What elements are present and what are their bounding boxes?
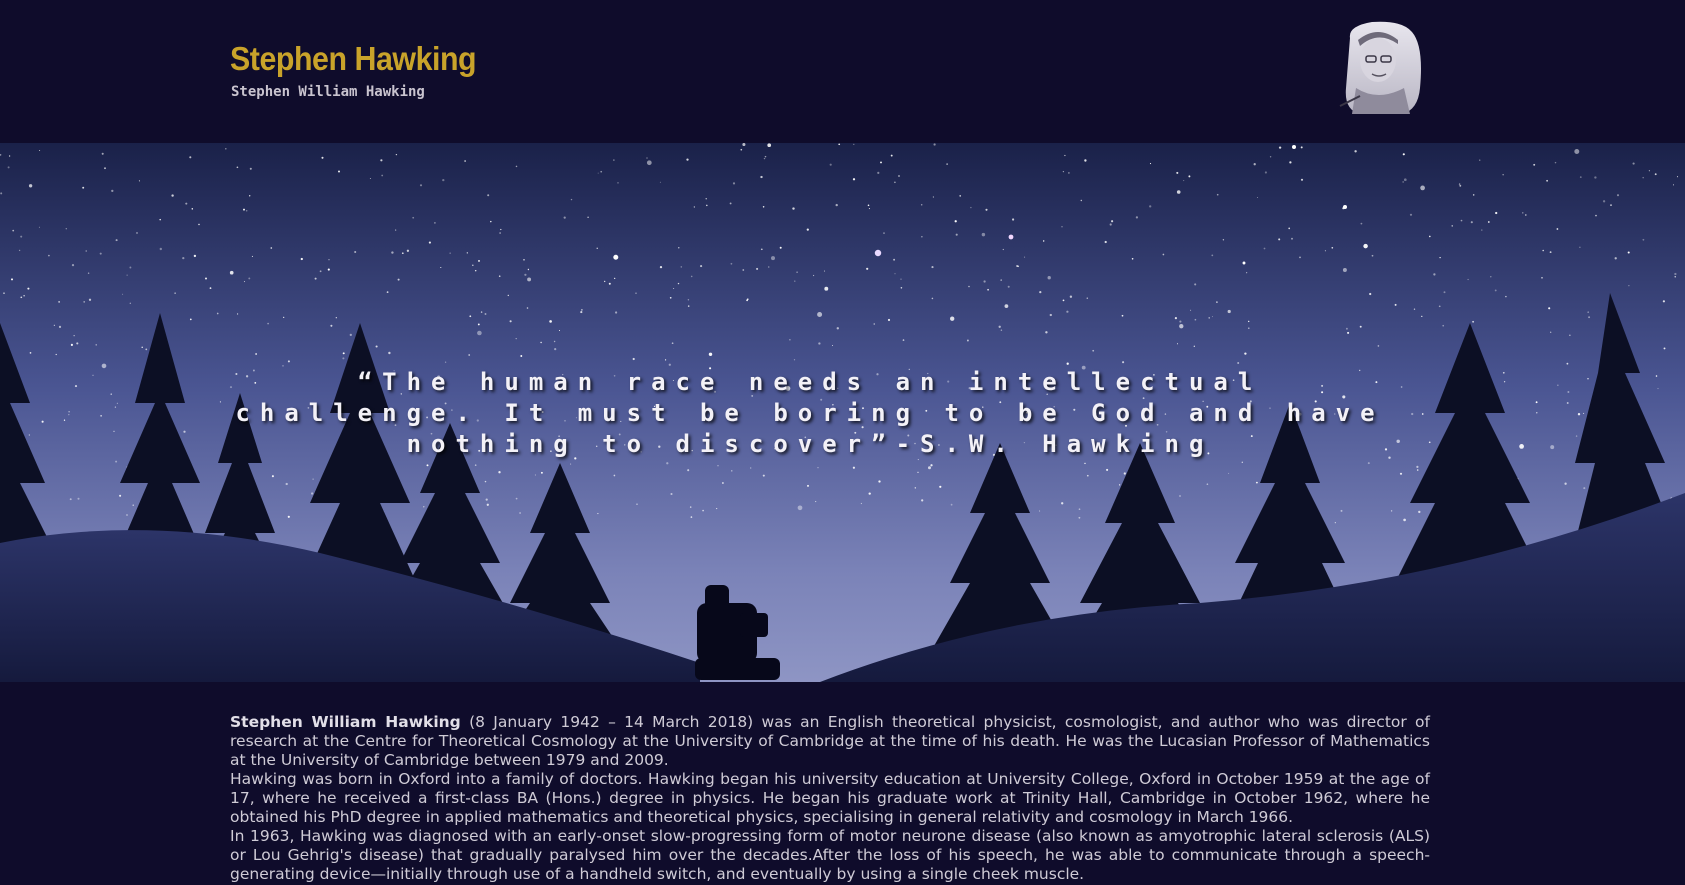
biography-section: Stephen William Hawking (8 January 1942 … bbox=[230, 713, 1430, 884]
portrait-image bbox=[1339, 21, 1421, 114]
site-header: Stephen Hawking Stephen William Hawking bbox=[0, 0, 1685, 143]
page-title: Stephen Hawking bbox=[230, 40, 477, 77]
hero-banner: “The human race needs an intellectual ch… bbox=[0, 143, 1685, 682]
biography-paragraph-1: Stephen William Hawking (8 January 1942 … bbox=[230, 713, 1430, 770]
page-subtitle: Stephen William Hawking bbox=[231, 84, 425, 100]
biography-paragraph-2: Hawking was born in Oxford into a family… bbox=[230, 770, 1430, 826]
hero-quote: “The human race needs an intellectual ch… bbox=[235, 368, 1385, 458]
biography-name: Stephen William Hawking bbox=[230, 713, 461, 731]
biography-paragraph-3: In 1963, Hawking was diagnosed with an e… bbox=[230, 827, 1430, 883]
